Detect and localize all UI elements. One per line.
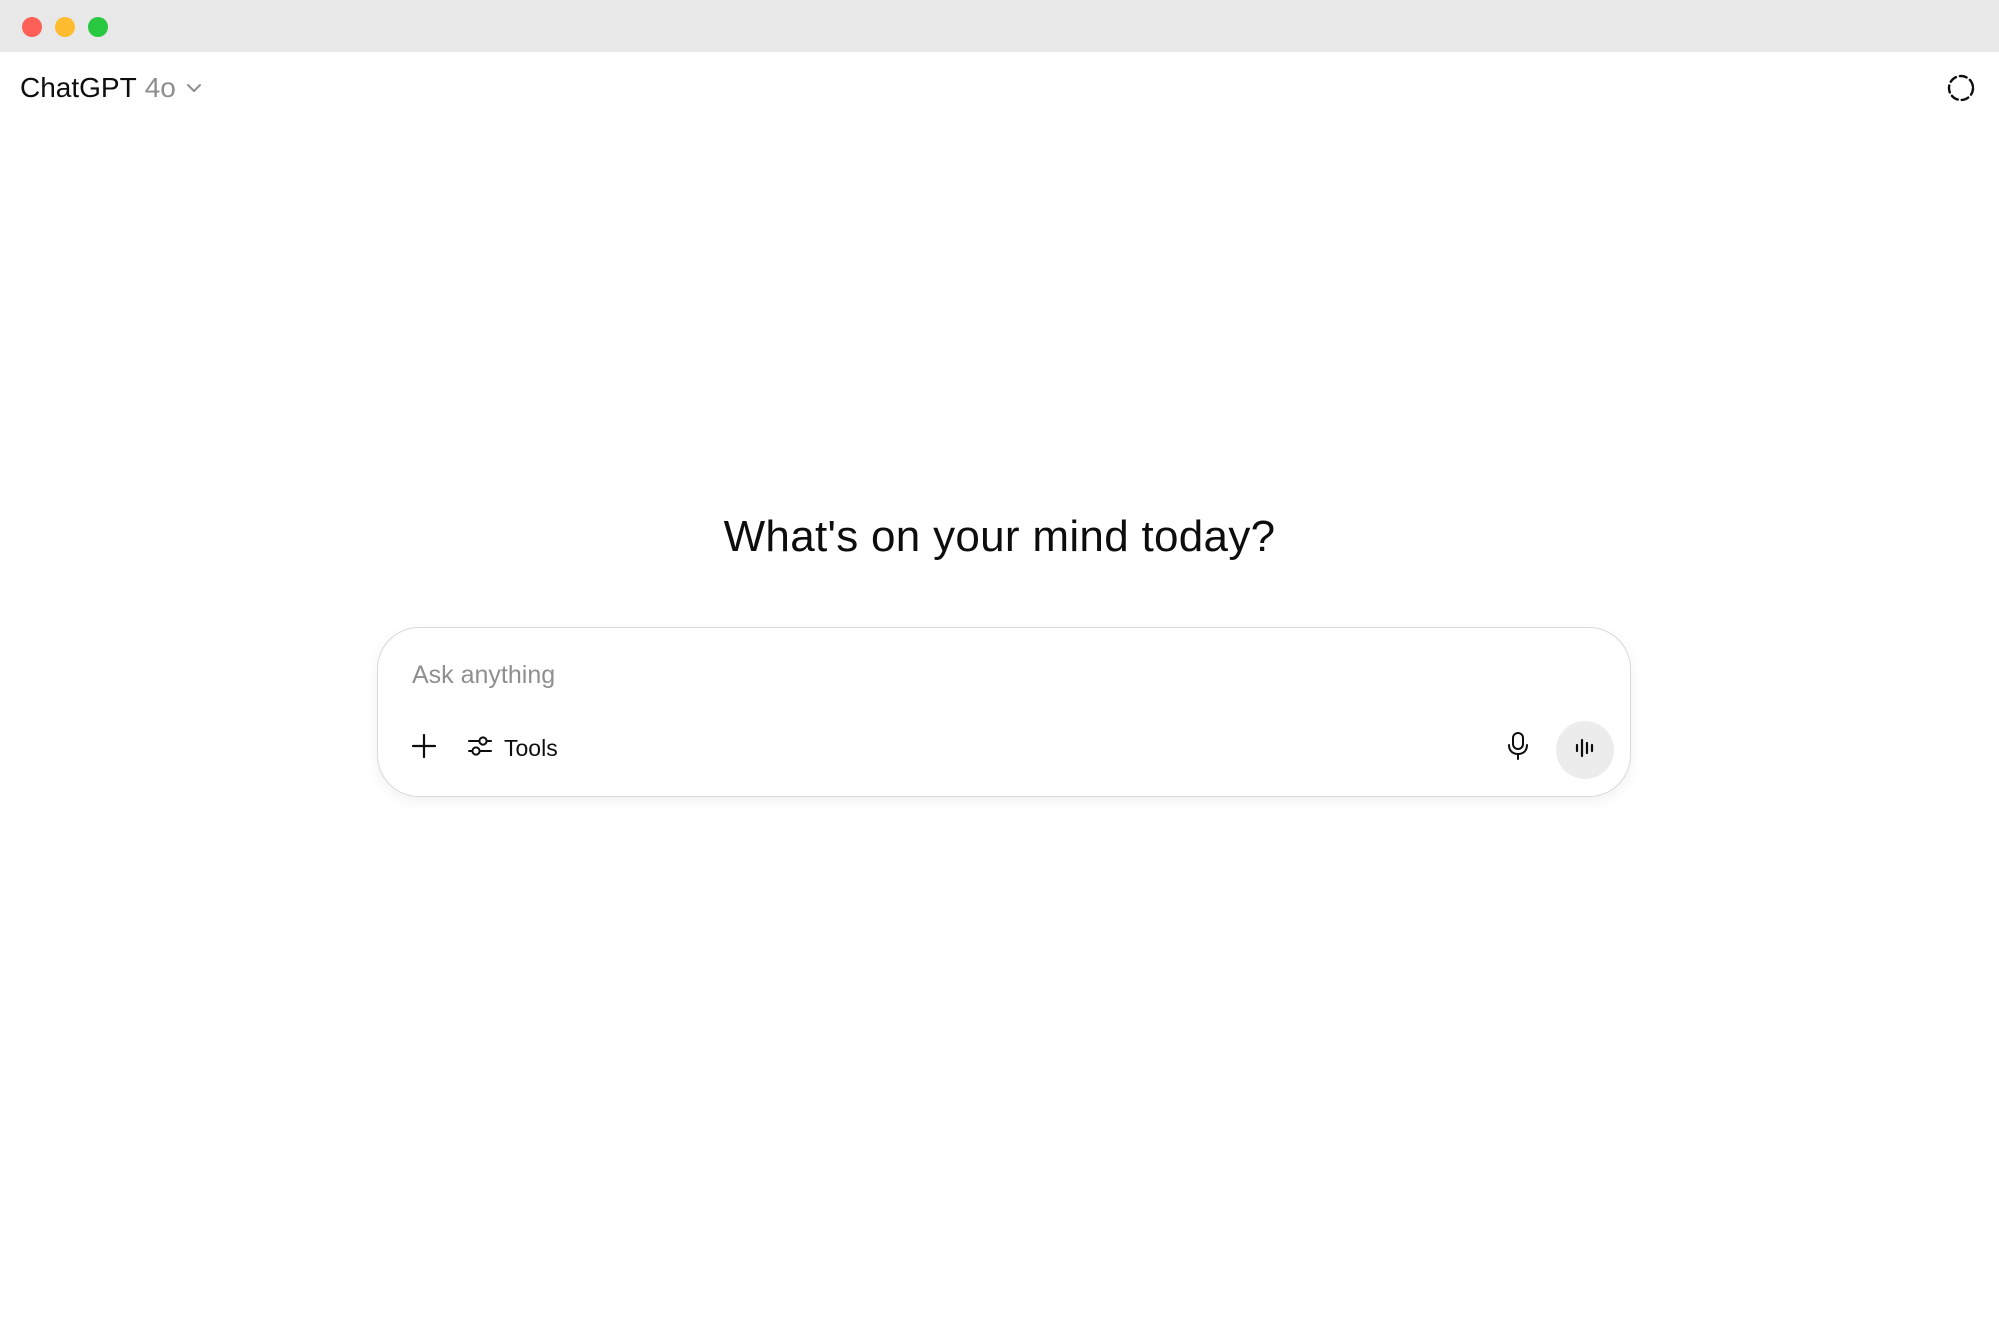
window-minimize-button[interactable] [55, 17, 75, 37]
model-switcher[interactable]: ChatGPT 4o [20, 70, 204, 106]
dictation-button[interactable] [1498, 728, 1538, 768]
plus-icon [410, 732, 438, 765]
app-window: ChatGPT 4o What's on your mind today? As… [0, 0, 1999, 1318]
dashed-circle-icon [1945, 74, 1977, 108]
tools-button[interactable]: Tools [466, 728, 558, 768]
window-close-button[interactable] [22, 17, 42, 37]
prompt-input[interactable] [410, 654, 1564, 696]
voice-waveform-icon [1571, 734, 1599, 767]
tools-label: Tools [504, 734, 558, 761]
temporary-chat-button[interactable] [1945, 72, 1977, 104]
chevron-down-icon [184, 78, 204, 98]
greeting-heading: What's on your mind today? [723, 512, 1276, 561]
add-attachment-button[interactable] [406, 730, 442, 766]
window-maximize-button[interactable] [88, 17, 108, 37]
sliders-icon [466, 732, 494, 765]
window-titlebar[interactable] [0, 0, 1999, 52]
voice-mode-button[interactable] [1556, 721, 1614, 779]
prompt-composer: Tools [377, 627, 1631, 797]
app-name: ChatGPT [20, 72, 137, 103]
model-version: 4o [144, 72, 176, 103]
microphone-icon [1504, 731, 1532, 766]
app-header: ChatGPT 4o [0, 52, 1999, 124]
